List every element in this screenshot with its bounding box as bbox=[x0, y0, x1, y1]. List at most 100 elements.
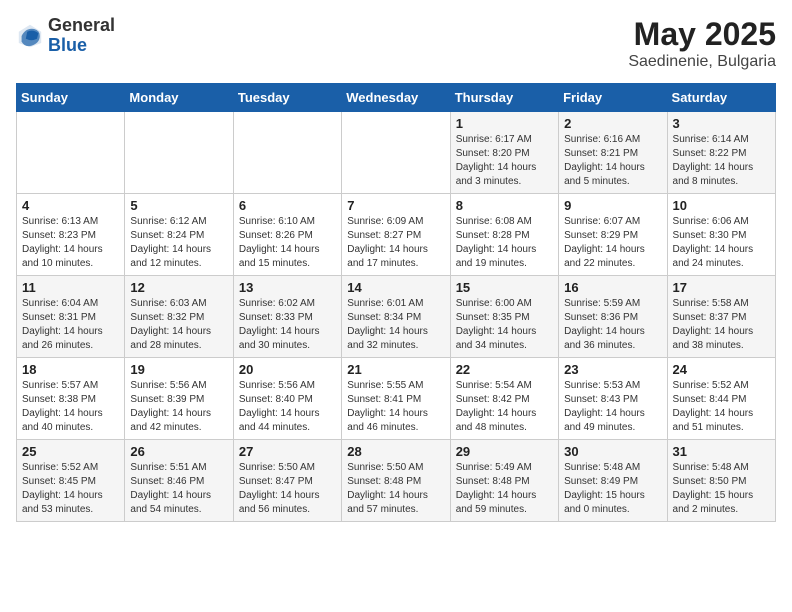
day-number: 14 bbox=[347, 280, 444, 295]
calendar-day-cell: 10 Sunrise: 6:06 AM Sunset: 8:30 PM Dayli… bbox=[667, 194, 775, 276]
day-number: 6 bbox=[239, 198, 336, 213]
day-number: 9 bbox=[564, 198, 661, 213]
day-number: 1 bbox=[456, 116, 553, 131]
day-info: Sunrise: 6:08 AM Sunset: 8:28 PM Dayligh… bbox=[456, 215, 553, 271]
weekday-header: Tuesday bbox=[233, 84, 341, 112]
calendar-week-row: 1 Sunrise: 6:17 AM Sunset: 8:20 PM Daylig… bbox=[17, 112, 776, 194]
logo-icon bbox=[16, 22, 44, 50]
calendar-day-cell: 6 Sunrise: 6:10 AM Sunset: 8:26 PM Daylig… bbox=[233, 194, 341, 276]
calendar-week-row: 4 Sunrise: 6:13 AM Sunset: 8:23 PM Daylig… bbox=[17, 194, 776, 276]
day-number: 18 bbox=[22, 362, 119, 377]
day-number: 29 bbox=[456, 444, 553, 459]
day-info: Sunrise: 5:52 AM Sunset: 8:44 PM Dayligh… bbox=[673, 379, 770, 435]
day-info: Sunrise: 6:16 AM Sunset: 8:21 PM Dayligh… bbox=[564, 133, 661, 189]
day-info: Sunrise: 5:58 AM Sunset: 8:37 PM Dayligh… bbox=[673, 297, 770, 353]
day-info: Sunrise: 6:17 AM Sunset: 8:20 PM Dayligh… bbox=[456, 133, 553, 189]
calendar-day-cell: 2Sunrise: 6:16 AM Sunset: 8:21 PM Daylig… bbox=[559, 112, 667, 194]
calendar-day-cell: 23Sunrise: 5:53 AM Sunset: 8:43 PM Dayli… bbox=[559, 358, 667, 440]
weekday-header: Sunday bbox=[17, 84, 125, 112]
day-info: Sunrise: 6:06 AM Sunset: 8:30 PM Dayligh… bbox=[673, 215, 770, 271]
day-number: 12 bbox=[130, 280, 227, 295]
day-number: 24 bbox=[673, 362, 770, 377]
title-block: May 2025 Saedinenie, Bulgaria bbox=[628, 16, 776, 71]
day-info: Sunrise: 6:04 AM Sunset: 8:31 PM Dayligh… bbox=[22, 297, 119, 353]
logo-general-text: General bbox=[48, 16, 115, 36]
day-number: 28 bbox=[347, 444, 444, 459]
location: Saedinenie, Bulgaria bbox=[628, 53, 776, 71]
calendar-day-cell: 29Sunrise: 5:49 AM Sunset: 8:48 PM Dayli… bbox=[450, 440, 558, 522]
calendar-header-row: SundayMondayTuesdayWednesdayThursdayFrid… bbox=[17, 84, 776, 112]
calendar-day-cell: 25 Sunrise: 5:52 AM Sunset: 8:45 PM Dayli… bbox=[17, 440, 125, 522]
logo-text: General Blue bbox=[48, 16, 115, 56]
calendar-day-cell: 7 Sunrise: 6:09 AM Sunset: 8:27 PM Daylig… bbox=[342, 194, 450, 276]
day-info: Sunrise: 5:50 AM Sunset: 8:48 PM Dayligh… bbox=[347, 461, 444, 517]
day-info: Sunrise: 6:10 AM Sunset: 8:26 PM Dayligh… bbox=[239, 215, 336, 271]
day-info: Sunrise: 6:09 AM Sunset: 8:27 PM Dayligh… bbox=[347, 215, 444, 271]
calendar-table: SundayMondayTuesdayWednesdayThursdayFrid… bbox=[16, 83, 776, 522]
calendar-day-cell: 30Sunrise: 5:48 AM Sunset: 8:49 PM Dayli… bbox=[559, 440, 667, 522]
weekday-header: Monday bbox=[125, 84, 233, 112]
day-info: Sunrise: 5:52 AM Sunset: 8:45 PM Dayligh… bbox=[22, 461, 119, 517]
calendar-day-cell bbox=[125, 112, 233, 194]
day-number: 11 bbox=[22, 280, 119, 295]
day-number: 26 bbox=[130, 444, 227, 459]
day-number: 25 bbox=[22, 444, 119, 459]
day-number: 8 bbox=[456, 198, 553, 213]
day-info: Sunrise: 5:57 AM Sunset: 8:38 PM Dayligh… bbox=[22, 379, 119, 435]
calendar-day-cell: 1 Sunrise: 6:17 AM Sunset: 8:20 PM Daylig… bbox=[450, 112, 558, 194]
day-info: Sunrise: 6:12 AM Sunset: 8:24 PM Dayligh… bbox=[130, 215, 227, 271]
calendar-day-cell: 19Sunrise: 5:56 AM Sunset: 8:39 PM Dayli… bbox=[125, 358, 233, 440]
page-header: General Blue May 2025 Saedinenie, Bulgar… bbox=[16, 16, 776, 71]
calendar-day-cell: 26Sunrise: 5:51 AM Sunset: 8:46 PM Dayli… bbox=[125, 440, 233, 522]
day-number: 31 bbox=[673, 444, 770, 459]
calendar-day-cell: 4 Sunrise: 6:13 AM Sunset: 8:23 PM Daylig… bbox=[17, 194, 125, 276]
day-number: 19 bbox=[130, 362, 227, 377]
day-number: 30 bbox=[564, 444, 661, 459]
day-info: Sunrise: 6:07 AM Sunset: 8:29 PM Dayligh… bbox=[564, 215, 661, 271]
calendar-day-cell: 22Sunrise: 5:54 AM Sunset: 8:42 PM Dayli… bbox=[450, 358, 558, 440]
calendar-week-row: 25 Sunrise: 5:52 AM Sunset: 8:45 PM Dayli… bbox=[17, 440, 776, 522]
calendar-day-cell bbox=[342, 112, 450, 194]
day-info: Sunrise: 6:00 AM Sunset: 8:35 PM Dayligh… bbox=[456, 297, 553, 353]
calendar-day-cell: 12Sunrise: 6:03 AM Sunset: 8:32 PM Dayli… bbox=[125, 276, 233, 358]
day-info: Sunrise: 5:50 AM Sunset: 8:47 PM Dayligh… bbox=[239, 461, 336, 517]
day-info: Sunrise: 6:01 AM Sunset: 8:34 PM Dayligh… bbox=[347, 297, 444, 353]
calendar-day-cell: 18 Sunrise: 5:57 AM Sunset: 8:38 PM Dayli… bbox=[17, 358, 125, 440]
day-number: 3 bbox=[673, 116, 770, 131]
weekday-header: Thursday bbox=[450, 84, 558, 112]
day-info: Sunrise: 6:14 AM Sunset: 8:22 PM Dayligh… bbox=[673, 133, 770, 189]
calendar-day-cell: 20Sunrise: 5:56 AM Sunset: 8:40 PM Dayli… bbox=[233, 358, 341, 440]
calendar-day-cell: 3 Sunrise: 6:14 AM Sunset: 8:22 PM Daylig… bbox=[667, 112, 775, 194]
day-number: 23 bbox=[564, 362, 661, 377]
day-number: 13 bbox=[239, 280, 336, 295]
calendar-day-cell bbox=[17, 112, 125, 194]
calendar-day-cell: 13Sunrise: 6:02 AM Sunset: 8:33 PM Dayli… bbox=[233, 276, 341, 358]
calendar-day-cell: 5Sunrise: 6:12 AM Sunset: 8:24 PM Daylig… bbox=[125, 194, 233, 276]
calendar-day-cell: 8 Sunrise: 6:08 AM Sunset: 8:28 PM Daylig… bbox=[450, 194, 558, 276]
calendar-day-cell: 28 Sunrise: 5:50 AM Sunset: 8:48 PM Dayli… bbox=[342, 440, 450, 522]
calendar-day-cell: 14 Sunrise: 6:01 AM Sunset: 8:34 PM Dayli… bbox=[342, 276, 450, 358]
weekday-header: Saturday bbox=[667, 84, 775, 112]
day-info: Sunrise: 5:55 AM Sunset: 8:41 PM Dayligh… bbox=[347, 379, 444, 435]
day-info: Sunrise: 5:56 AM Sunset: 8:40 PM Dayligh… bbox=[239, 379, 336, 435]
calendar-day-cell: 17 Sunrise: 5:58 AM Sunset: 8:37 PM Dayli… bbox=[667, 276, 775, 358]
calendar-week-row: 11 Sunrise: 6:04 AM Sunset: 8:31 PM Dayli… bbox=[17, 276, 776, 358]
day-info: Sunrise: 5:59 AM Sunset: 8:36 PM Dayligh… bbox=[564, 297, 661, 353]
day-number: 7 bbox=[347, 198, 444, 213]
calendar-day-cell: 15Sunrise: 6:00 AM Sunset: 8:35 PM Dayli… bbox=[450, 276, 558, 358]
logo: General Blue bbox=[16, 16, 115, 56]
weekday-header: Friday bbox=[559, 84, 667, 112]
calendar-day-cell: 16Sunrise: 5:59 AM Sunset: 8:36 PM Dayli… bbox=[559, 276, 667, 358]
calendar-day-cell: 21Sunrise: 5:55 AM Sunset: 8:41 PM Dayli… bbox=[342, 358, 450, 440]
day-info: Sunrise: 6:13 AM Sunset: 8:23 PM Dayligh… bbox=[22, 215, 119, 271]
day-number: 10 bbox=[673, 198, 770, 213]
day-info: Sunrise: 5:54 AM Sunset: 8:42 PM Dayligh… bbox=[456, 379, 553, 435]
calendar-day-cell: 9 Sunrise: 6:07 AM Sunset: 8:29 PM Daylig… bbox=[559, 194, 667, 276]
day-number: 4 bbox=[22, 198, 119, 213]
calendar-day-cell: 11 Sunrise: 6:04 AM Sunset: 8:31 PM Dayli… bbox=[17, 276, 125, 358]
calendar-day-cell bbox=[233, 112, 341, 194]
day-number: 17 bbox=[673, 280, 770, 295]
weekday-header: Wednesday bbox=[342, 84, 450, 112]
calendar-day-cell: 31Sunrise: 5:48 AM Sunset: 8:50 PM Dayli… bbox=[667, 440, 775, 522]
month-title: May 2025 bbox=[628, 16, 776, 53]
